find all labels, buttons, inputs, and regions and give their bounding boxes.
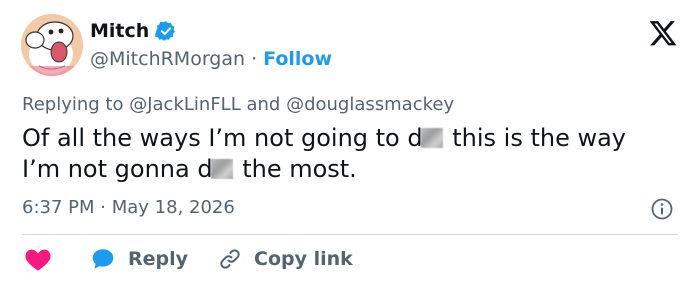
avatar-cartoon-icon [21,14,83,76]
reply-button[interactable]: Reply [52,246,188,272]
reply-label: Reply [128,248,189,270]
x-logo-icon[interactable] [648,18,678,48]
separator-dot: · [100,197,106,218]
info-icon[interactable] [650,197,674,221]
tweet-date[interactable]: May 18, 2026 [112,197,235,218]
tweet-text: Of all the ways I’m not going to d this … [22,123,682,185]
tweet-text-segment: the most. [234,155,357,183]
replying-and: and [246,94,281,115]
copy-link-button[interactable]: Copy link [188,247,353,271]
replying-to-line: Replying to @JackLinFLL and @douglassmac… [22,94,454,115]
mention-link[interactable]: @JackLinFLL [129,94,241,115]
tweet-embed-card: Mitch @MitchRMorgan · Follow Replying to… [0,0,700,287]
tweet-text-segment: I’m not gonna d [22,155,213,183]
follow-button[interactable]: Follow [263,48,332,70]
link-icon [220,249,240,269]
author-name[interactable]: Mitch [90,20,149,42]
author-handle-row: @MitchRMorgan · Follow [90,48,332,70]
censor-blur [210,159,233,179]
separator-dot: · [251,48,258,70]
censor-blur [420,128,443,148]
replying-prefix: Replying to [22,94,124,115]
like-button[interactable] [22,246,52,272]
copy-link-label: Copy link [254,248,353,270]
author-handle[interactable]: @MitchRMorgan [90,48,245,70]
heart-icon [25,249,51,271]
avatar[interactable] [21,14,83,76]
mention-link[interactable]: @douglassmackey [286,94,454,115]
tweet-text-segment: Of all the ways I’m not going to d [22,124,423,152]
tweet-text-segment: this is the way [444,124,626,152]
divider [22,234,678,235]
speech-bubble-icon [92,249,114,269]
tweet-time[interactable]: 6:37 PM [22,197,95,218]
verified-badge-icon [155,21,176,41]
author-name-row: Mitch [90,20,177,42]
timestamp-row[interactable]: 6:37 PM · May 18, 2026 [22,197,235,218]
action-bar: Reply Copy link [22,246,353,272]
